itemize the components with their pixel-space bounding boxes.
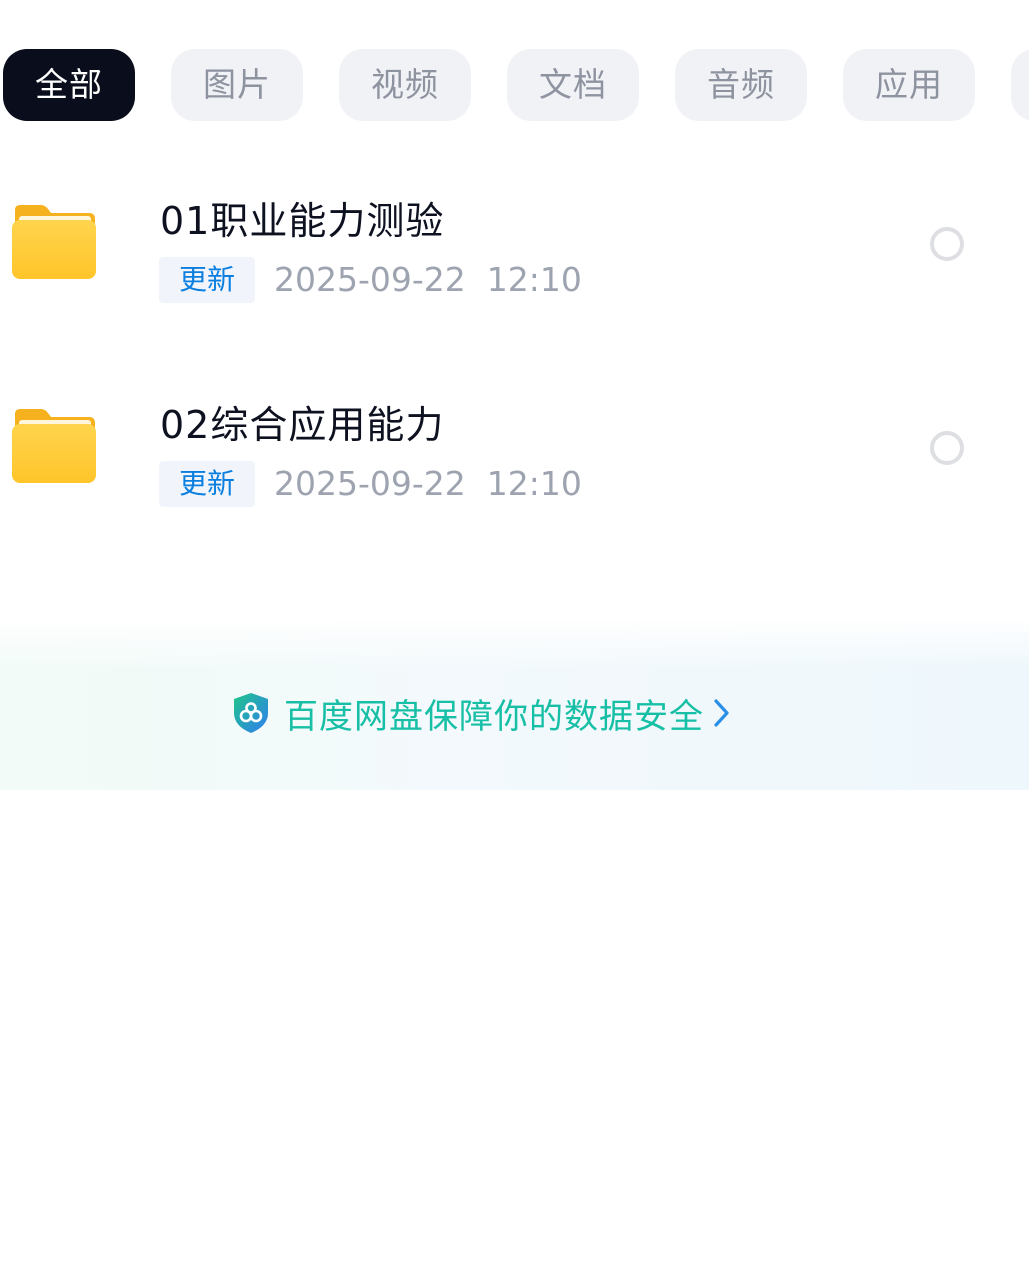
folder-icon bbox=[12, 205, 96, 279]
file-list-item[interactable]: 02综合应用能力 更新 2025-09-22 12:10 bbox=[0, 364, 1029, 564]
chevron-right-icon[interactable] bbox=[712, 696, 732, 730]
tab-documents[interactable]: 文档 bbox=[507, 49, 639, 121]
tab-videos[interactable]: 视频 bbox=[339, 49, 471, 121]
tab-apps[interactable]: 应用 bbox=[843, 49, 975, 121]
security-banner-text[interactable]: 百度网盘保障你的数据安全 bbox=[284, 689, 704, 738]
tab-all[interactable]: 全部 bbox=[3, 49, 135, 121]
update-badge: 更新 bbox=[159, 461, 255, 507]
security-banner: 百度网盘保障你的数据安全 bbox=[0, 618, 1029, 790]
update-badge: 更新 bbox=[159, 257, 255, 303]
file-name[interactable]: 01职业能力测验 bbox=[160, 190, 444, 245]
folder-icon bbox=[12, 409, 96, 483]
modified-time: 2025-09-22 12:10 bbox=[274, 260, 582, 299]
tab-more-partial[interactable] bbox=[1011, 49, 1029, 121]
shield-icon bbox=[234, 693, 268, 733]
tab-audio[interactable]: 音频 bbox=[675, 49, 807, 121]
file-list-item[interactable]: 01职业能力测验 更新 2025-09-22 12:10 bbox=[0, 160, 1029, 360]
file-name[interactable]: 02综合应用能力 bbox=[160, 394, 444, 449]
modified-time: 2025-09-22 12:10 bbox=[274, 464, 582, 503]
select-radio[interactable] bbox=[930, 431, 964, 465]
select-radio[interactable] bbox=[930, 227, 964, 261]
security-link[interactable]: 百度网盘保障你的数据安全 bbox=[232, 689, 732, 738]
tab-images[interactable]: 图片 bbox=[171, 49, 303, 121]
category-tabs: 全部 图片 视频 文档 音频 应用 bbox=[0, 0, 1029, 140]
